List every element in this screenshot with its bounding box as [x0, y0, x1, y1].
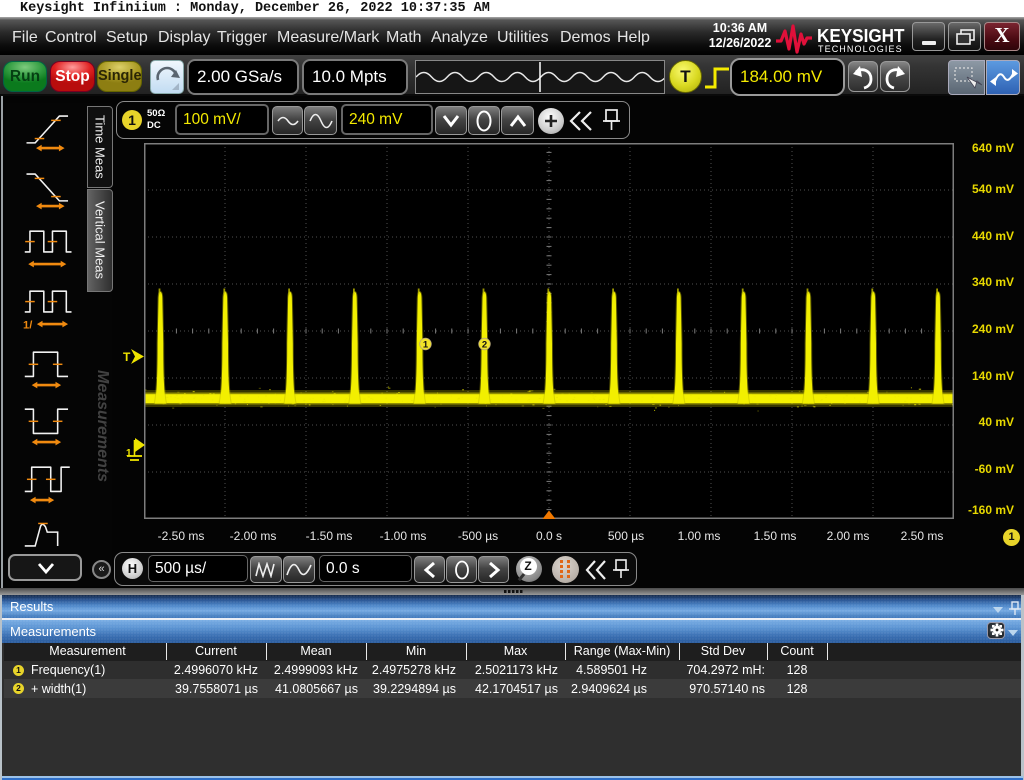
svg-text:1: 1	[126, 448, 132, 459]
svg-text:1: 1	[423, 340, 429, 351]
svg-text:T: T	[123, 350, 131, 364]
svg-text:2: 2	[482, 340, 487, 351]
svg-text:1/: 1/	[23, 319, 33, 331]
